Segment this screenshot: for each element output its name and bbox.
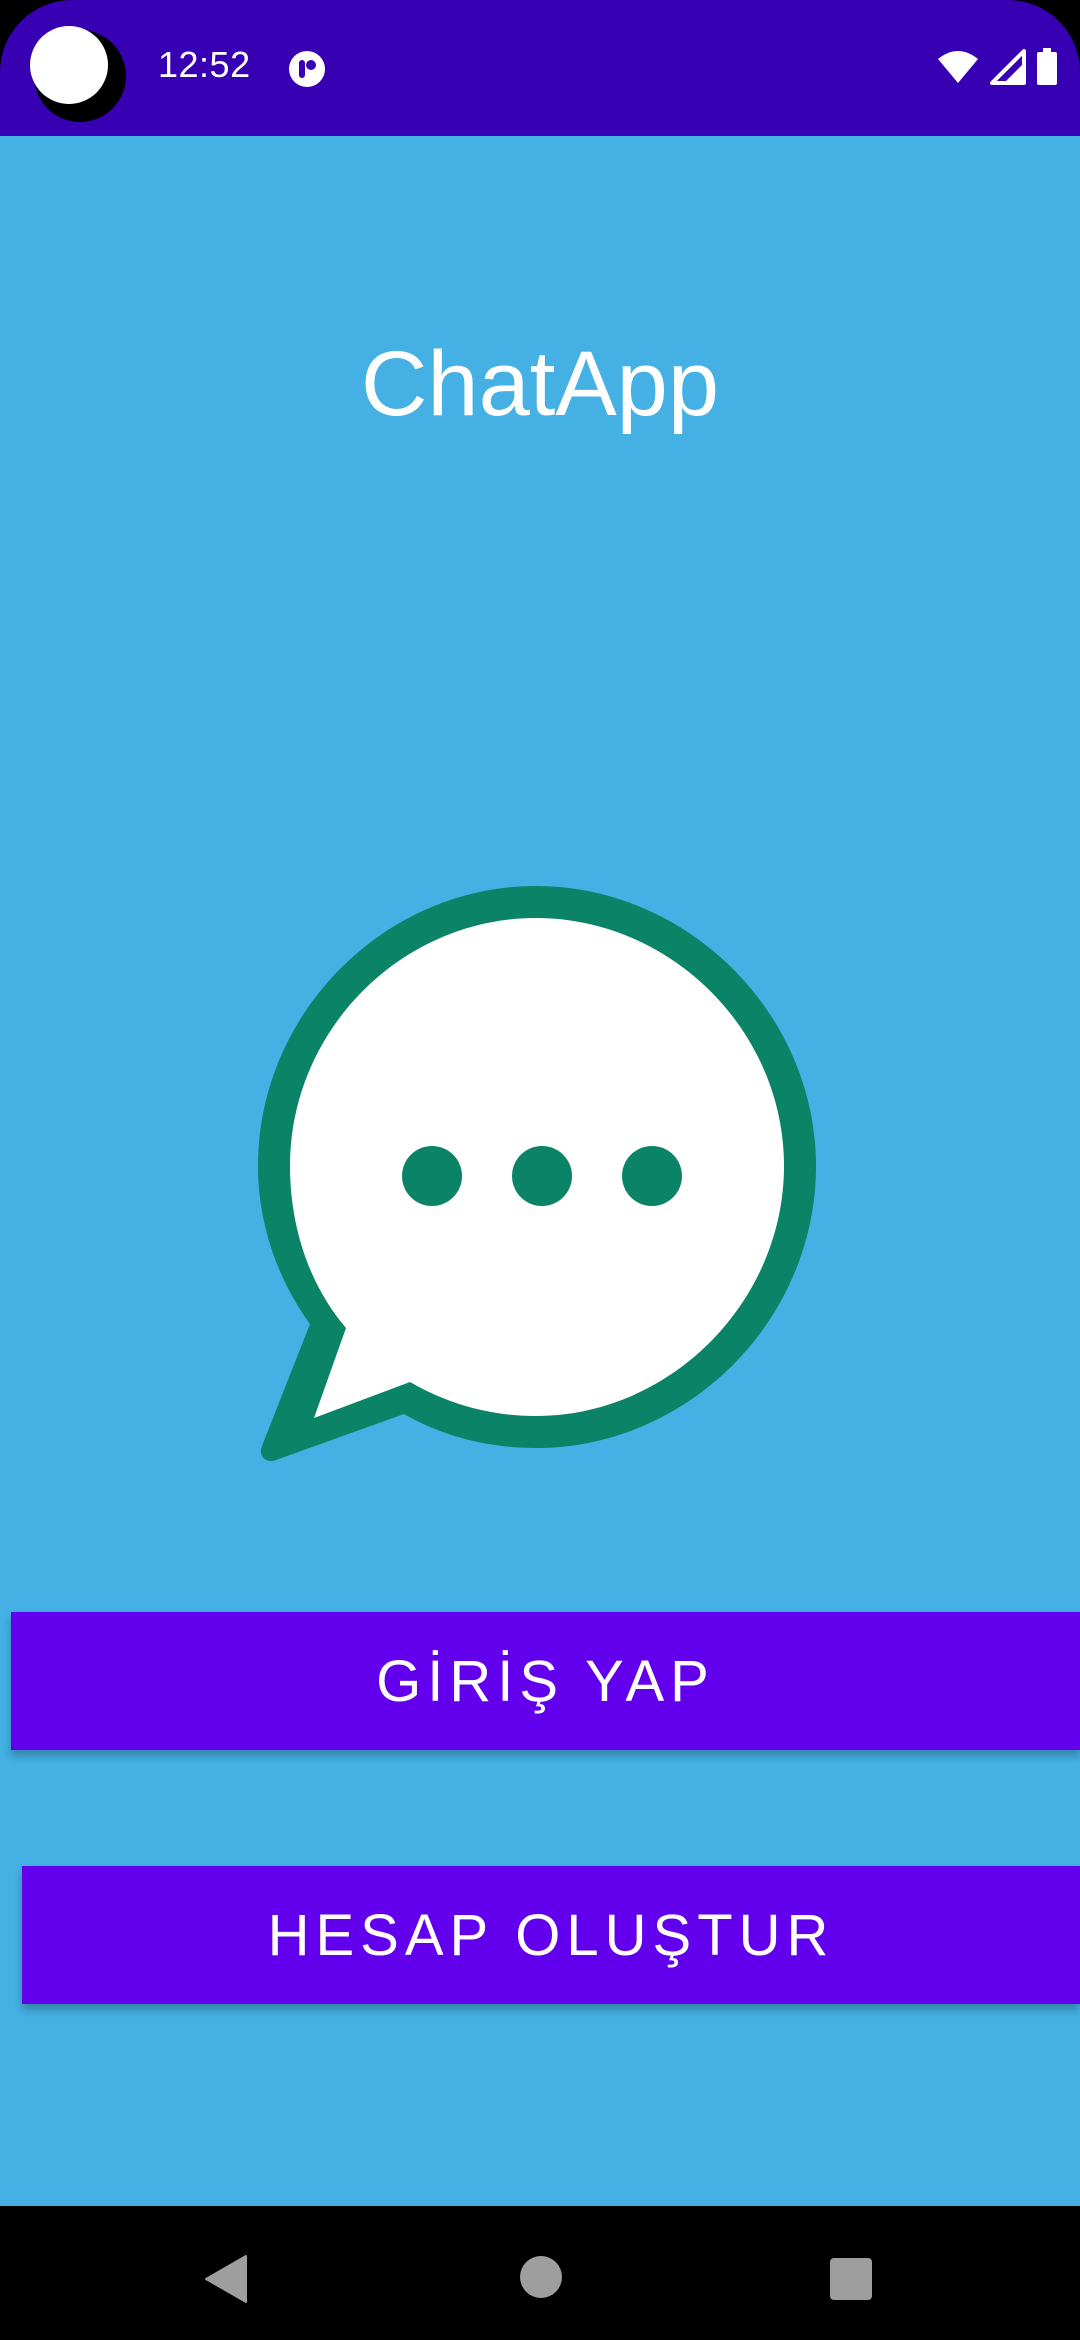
status-icons [936,48,1058,86]
navigation-bar [0,2206,1080,2340]
camera-cutout [30,26,126,122]
app-title: ChatApp [360,333,720,435]
recents-icon[interactable] [830,2258,872,2300]
phone-screen: 12:52 ChatApp GİRİŞ YAP HESAP OLUŞTUR [0,0,1080,2340]
status-time: 12:52 [158,44,251,85]
battery-icon [1037,48,1057,85]
back-icon[interactable] [204,2254,248,2304]
chat-bubble-icon [258,886,816,1462]
notification-icon [289,51,325,87]
create-account-button[interactable]: HESAP OLUŞTUR [22,1866,1080,2004]
wifi-icon [938,51,978,83]
cellular-icon [990,49,1026,85]
home-icon[interactable] [520,2256,562,2298]
status-bar: 12:52 [0,0,1080,136]
login-button[interactable]: GİRİŞ YAP [11,1612,1080,1750]
